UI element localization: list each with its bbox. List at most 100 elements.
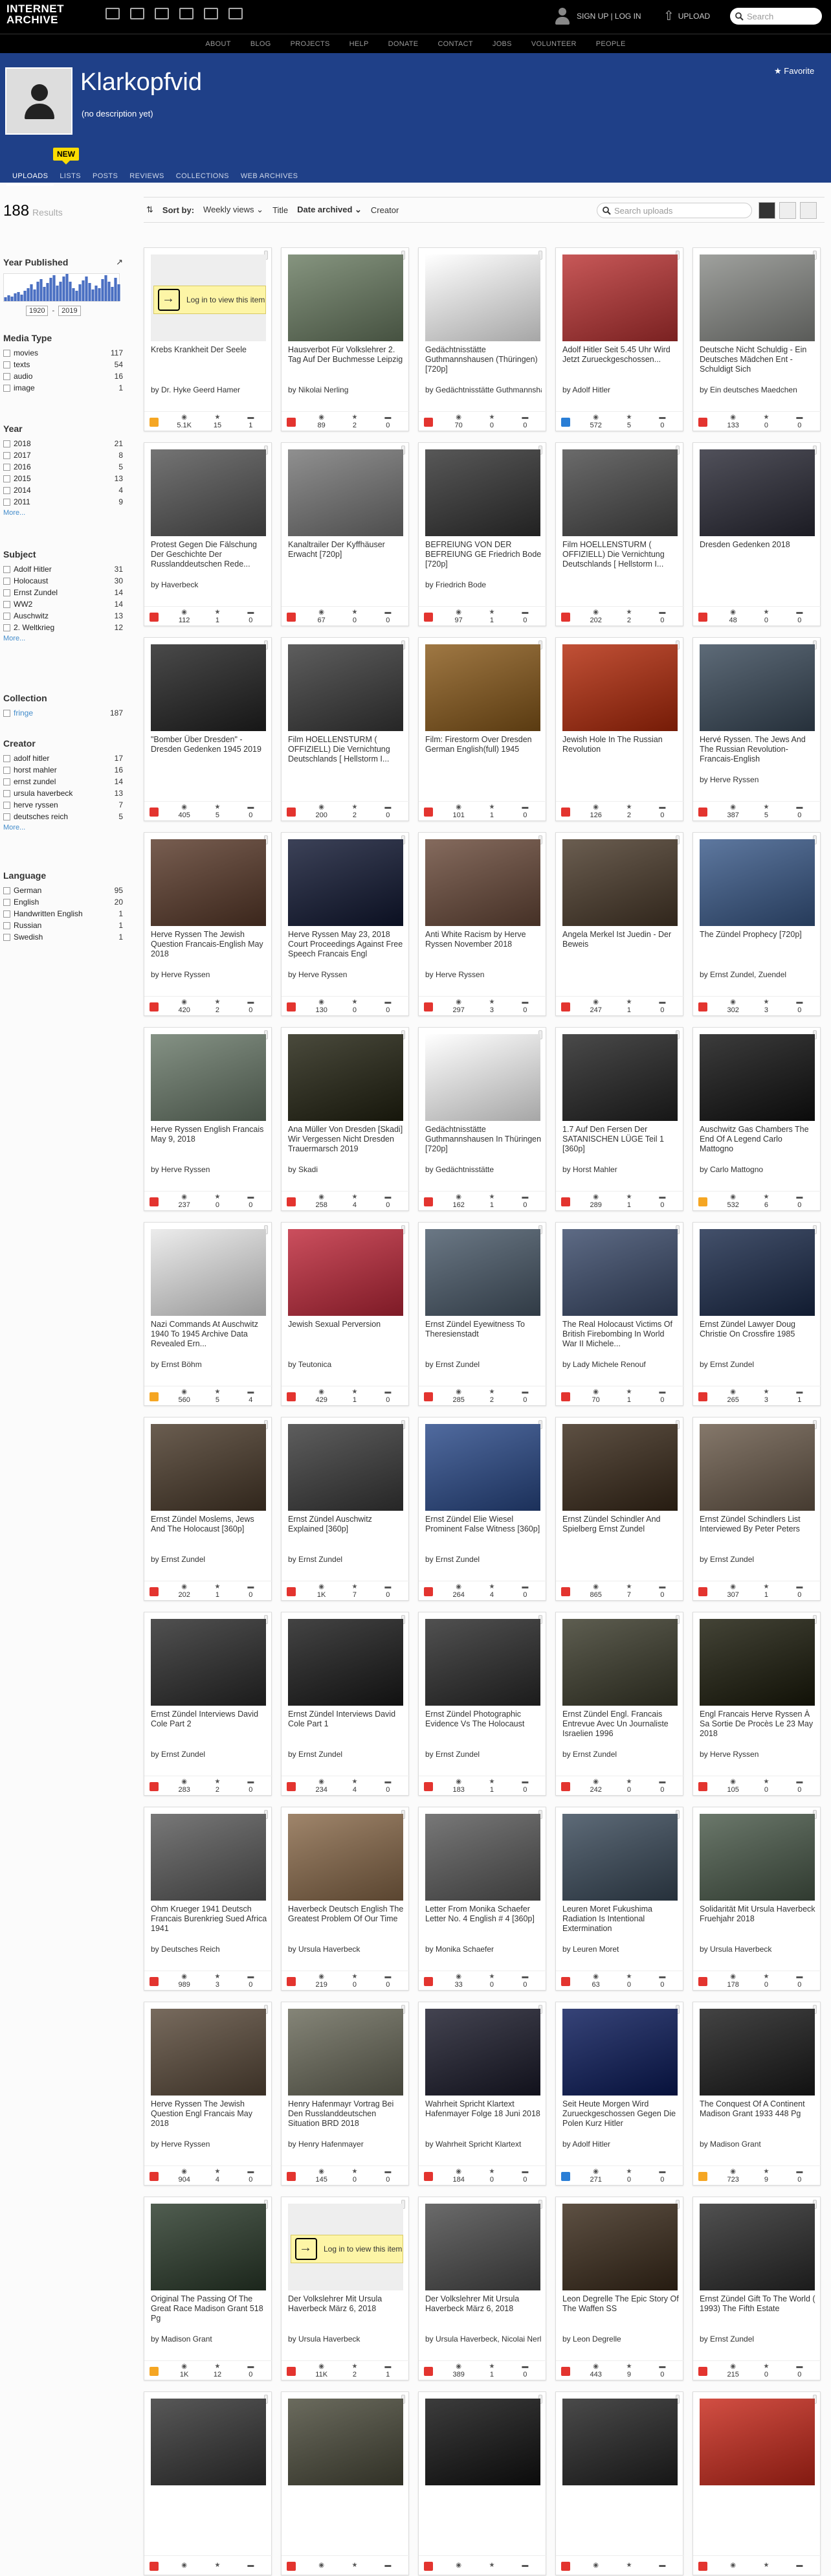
item-tile[interactable]: Log in to view this item Der Volkslehrer … <box>281 2197 410 2380</box>
item-title[interactable]: Ernst Zündel Interviews David Cole Part … <box>151 1710 267 1748</box>
item-title[interactable]: Film: Firestorm Over Dresden German Engl… <box>425 735 542 774</box>
item-title[interactable] <box>700 2489 816 2528</box>
item-creator[interactable]: by Ernst Zundel <box>700 1360 816 1369</box>
item-thumbnail[interactable] <box>151 644 266 731</box>
tab-lists[interactable]: LISTS <box>54 168 87 186</box>
images-icon[interactable] <box>228 8 243 19</box>
facet-checkbox[interactable] <box>3 887 10 894</box>
facet-checkbox[interactable] <box>3 361 10 368</box>
item-thumbnail[interactable] <box>425 1424 540 1511</box>
item-tile[interactable]: Auschwitz Gas Chambers The End Of A Lege… <box>692 1027 821 1211</box>
item-tile[interactable]: Ernst Zündel Engl. Francais Entrevue Ave… <box>555 1612 684 1796</box>
item-creator[interactable]: by Lady Michele Renouf <box>562 1360 679 1369</box>
item-thumbnail[interactable] <box>288 839 403 926</box>
item-title[interactable]: Solidarität Mit Ursula Haverbeck Fruehja… <box>700 1904 816 1943</box>
item-thumbnail[interactable] <box>425 1034 540 1121</box>
item-thumbnail[interactable] <box>700 1229 815 1316</box>
item-tile[interactable]: Hervé Ryssen. The Jews And The Russian R… <box>692 637 821 821</box>
facet-option[interactable]: Ernst Zundel 14 <box>3 587 123 598</box>
facet-checkbox[interactable] <box>3 898 10 906</box>
item-title[interactable]: Jewish Hole In The Russian Revolution <box>562 735 679 774</box>
item-title[interactable]: Herve Ryssen English Francais May 9, 201… <box>151 1125 267 1164</box>
item-thumbnail[interactable] <box>425 2009 540 2096</box>
item-thumbnail[interactable] <box>562 839 678 926</box>
nav-link-donate[interactable]: DONATE <box>379 34 428 53</box>
item-title[interactable]: Seit Heute Morgen Wird Zurueckgeschossen… <box>562 2099 679 2138</box>
item-tile[interactable]: Ernst Zündel Lawyer Doug Christie On Cro… <box>692 1222 821 1406</box>
item-creator[interactable]: by Ernst Böhm <box>151 1360 267 1369</box>
facet-option[interactable]: adolf hitler 17 <box>3 752 123 764</box>
facet-option[interactable]: Russian 1 <box>3 920 123 931</box>
item-thumbnail[interactable] <box>151 2009 266 2096</box>
item-tile[interactable]: Gedächtnisstätte Guthmannshausen (Thürin… <box>418 247 547 431</box>
facet-checkbox[interactable] <box>3 440 10 447</box>
tab-web-archives[interactable]: WEB ARCHIVES <box>235 168 304 186</box>
item-title[interactable]: Ernst Zündel Lawyer Doug Christie On Cro… <box>700 1320 816 1359</box>
facet-option[interactable]: 2016 5 <box>3 461 123 473</box>
nav-link-people[interactable]: PEOPLE <box>586 34 636 53</box>
nav-link-about[interactable]: ABOUT <box>195 34 240 53</box>
item-title[interactable]: Gedächtnisstätte Guthmannshausen (Thürin… <box>425 345 542 384</box>
item-thumbnail[interactable] <box>700 1424 815 1511</box>
item-thumbnail[interactable] <box>288 254 403 341</box>
item-thumbnail[interactable] <box>700 1619 815 1706</box>
facet-checkbox[interactable] <box>3 789 10 797</box>
item-tile[interactable]: Kanaltrailer Der Kyffhäuser Erwacht [720… <box>281 442 410 626</box>
item-title[interactable]: Gedächtnisstätte Guthmannshausen In Thür… <box>425 1125 542 1164</box>
facet-checkbox[interactable] <box>3 463 10 471</box>
web-icon[interactable] <box>105 8 120 19</box>
tab-reviews[interactable]: REVIEWS <box>124 168 170 186</box>
facet-option[interactable]: deutsches reich 5 <box>3 811 123 822</box>
item-thumbnail[interactable] <box>288 1814 403 1901</box>
item-title[interactable]: Ernst Zündel Eyewitness To Theresienstad… <box>425 1320 542 1359</box>
item-thumbnail[interactable] <box>700 839 815 926</box>
sort-title[interactable]: Title <box>272 205 288 215</box>
item-creator[interactable]: by Ernst Zundel <box>700 1555 816 1564</box>
item-creator[interactable]: by Henry Hafenmayer <box>288 2140 404 2149</box>
item-title[interactable]: Hervé Ryssen. The Jews And The Russian R… <box>700 735 816 774</box>
facet-checkbox[interactable] <box>3 933 10 941</box>
item-tile[interactable]: Protest Gegen Die Fälschung Der Geschich… <box>144 442 272 626</box>
facet-option[interactable]: horst mahler 16 <box>3 764 123 776</box>
internet-archive-logo[interactable]: INTERNET ARCHIVE <box>6 3 64 25</box>
item-thumbnail[interactable] <box>288 1619 403 1706</box>
item-title[interactable]: Nazi Commands At Auschwitz 1940 To 1945 … <box>151 1320 267 1359</box>
item-title[interactable]: Wahrheit Spricht Klartext Hafenmayer Fol… <box>425 2099 542 2138</box>
facet-checkbox[interactable] <box>3 709 10 717</box>
item-title[interactable]: Engl Francais Herve Ryssen À Sa Sortie D… <box>700 1710 816 1748</box>
nav-link-projects[interactable]: PROJECTS <box>281 34 340 53</box>
year-from-input[interactable]: 1920 <box>26 306 49 316</box>
facet-checkbox[interactable] <box>3 766 10 774</box>
year-to-input[interactable]: 2019 <box>58 306 81 316</box>
item-tile[interactable]: Ernst Zündel Schindlers List Interviewed… <box>692 1417 821 1601</box>
facet-option[interactable]: audio 16 <box>3 370 123 382</box>
item-tile[interactable]: The Real Holocaust Victims Of British Fi… <box>555 1222 684 1406</box>
facet-checkbox[interactable] <box>3 754 10 762</box>
item-tile[interactable]: Nazi Commands At Auschwitz 1940 To 1945 … <box>144 1222 272 1406</box>
item-creator[interactable]: by Ernst Zundel <box>562 1750 679 1759</box>
item-thumbnail[interactable] <box>288 1229 403 1316</box>
item-creator[interactable]: by Ursula Haverbeck <box>288 2334 404 2344</box>
item-creator[interactable]: by Ernst Zundel, Zuendel <box>700 970 816 979</box>
item-thumbnail[interactable] <box>288 2399 403 2485</box>
facet-checkbox[interactable] <box>3 349 10 357</box>
item-creator[interactable]: by Ernst Zundel <box>288 1555 404 1564</box>
item-creator[interactable]: by Carlo Mattogno <box>700 1165 816 1174</box>
more-link[interactable]: More... <box>3 824 123 831</box>
facet-option[interactable]: movies 117 <box>3 347 123 359</box>
item-tile[interactable]: Anti White Racism by Herve Ryssen Novemb… <box>418 832 547 1016</box>
item-thumbnail[interactable] <box>425 1814 540 1901</box>
sort-weekly-views[interactable]: Weekly views ⌄ <box>203 205 263 215</box>
item-thumbnail[interactable] <box>562 1814 678 1901</box>
item-thumbnail[interactable] <box>151 1424 266 1511</box>
item-tile[interactable]: Ohm Krueger 1941 Deutsch Francais Burenk… <box>144 1807 272 1991</box>
item-tile[interactable]: Hausverbot Für Volkslehrer 2. Tag Auf De… <box>281 247 410 431</box>
facet-option[interactable]: Handwritten English 1 <box>3 908 123 920</box>
item-creator[interactable]: by Ernst Zundel <box>700 2334 816 2344</box>
facet-option[interactable]: texts 54 <box>3 359 123 370</box>
item-thumbnail[interactable] <box>288 1424 403 1511</box>
item-thumbnail[interactable] <box>562 2009 678 2096</box>
texts-icon[interactable] <box>130 8 144 19</box>
item-thumbnail[interactable] <box>151 2399 266 2485</box>
item-title[interactable]: Herve Ryssen The Jewish Question Francai… <box>151 930 267 969</box>
